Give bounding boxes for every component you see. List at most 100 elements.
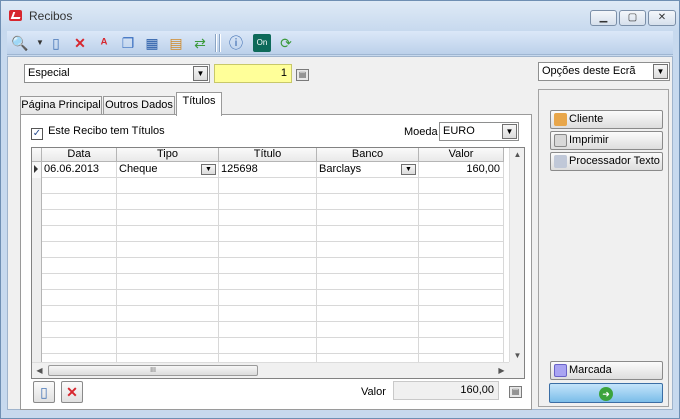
chevron-down-icon[interactable]: ▼: [653, 64, 668, 79]
close-button[interactable]: ✕: [648, 10, 676, 26]
users-icon: [554, 113, 567, 126]
right-pane: Opções deste Ecrã ▼ Cliente Imprimir Pro…: [536, 57, 673, 409]
table-row[interactable]: [32, 194, 504, 210]
cliente-button[interactable]: Cliente: [550, 110, 663, 129]
table-row[interactable]: [32, 322, 504, 338]
table-row[interactable]: [32, 274, 504, 290]
printer-icon: [554, 134, 567, 147]
recibos-window: Recibos ▁ ▢ ✕ 🔍 ▼ ▯ ✕ ᴬ ❐ ▦ ▤ ⇄ ⓘ On ⟳ E…: [0, 0, 680, 419]
tab-titulos[interactable]: Títulos: [176, 92, 222, 116]
print-icon[interactable]: ▤: [167, 34, 185, 52]
chevron-down-icon[interactable]: ▼: [401, 164, 416, 175]
grid-body: 06.06.2013 Cheque ▼ 125698 Barclays ▼ 16…: [32, 162, 504, 370]
cell-tipo-value: Cheque: [119, 163, 158, 175]
column-header-tipo[interactable]: Tipo: [117, 148, 219, 162]
options-select[interactable]: Opções deste Ecrã ▼: [538, 62, 670, 81]
chevron-down-icon[interactable]: ▼: [193, 66, 208, 81]
titulos-checkbox-row[interactable]: ✓ Este Recibo tem Títulos: [31, 124, 165, 140]
titulos-panel: ✓ Este Recibo tem Títulos Moeda EURO ▼ D…: [20, 114, 532, 410]
options-select-value: Opções deste Ecrã: [542, 65, 636, 77]
row-indicator: [32, 162, 42, 178]
column-header-valor[interactable]: Valor: [419, 148, 504, 162]
sync-icon[interactable]: ⟳: [277, 34, 295, 52]
horizontal-scrollbar[interactable]: ◀ III ▶: [32, 362, 509, 378]
confirm-arrow-icon: ➜: [599, 387, 613, 401]
lookup-icon[interactable]: ▤: [296, 69, 309, 81]
cell-banco[interactable]: Barclays ▼: [317, 162, 419, 178]
marcada-button-label: Marcada: [569, 364, 612, 376]
column-header-banco[interactable]: Banco: [317, 148, 419, 162]
moeda-select-value: EURO: [443, 125, 475, 137]
delete-row-button[interactable]: ✕: [61, 381, 83, 403]
processador-texto-button-label: Processador Texto: [569, 155, 660, 167]
table-row[interactable]: [32, 258, 504, 274]
app-icon: [9, 10, 22, 21]
scroll-up-icon[interactable]: ▲: [510, 150, 524, 159]
column-header-titulo[interactable]: Título: [219, 148, 317, 162]
table-row[interactable]: [32, 242, 504, 258]
column-header-data[interactable]: Data: [42, 148, 117, 162]
cell-titulo[interactable]: 125698: [219, 162, 317, 178]
main-content: Especial ▼ 1 ▤ Página Principal Outros D…: [7, 56, 673, 410]
text-icon[interactable]: ᴬ: [95, 34, 113, 52]
titulos-grid: Data Tipo Título Banco Valor 06.06.2013 …: [31, 147, 525, 379]
new-doc-icon[interactable]: ▯: [47, 34, 65, 52]
minimize-button[interactable]: ▁: [590, 10, 617, 26]
toolbar-separator: [215, 34, 217, 52]
cell-tipo[interactable]: Cheque ▼: [117, 162, 219, 178]
scroll-down-icon[interactable]: ▼: [510, 351, 524, 360]
pen-icon: [554, 155, 567, 168]
confirm-button[interactable]: ➜: [549, 383, 663, 403]
table-row[interactable]: 06.06.2013 Cheque ▼ 125698 Barclays ▼ 16…: [32, 162, 504, 178]
refresh-icon[interactable]: ⇄: [191, 34, 209, 52]
delete-icon[interactable]: ✕: [71, 34, 89, 52]
moeda-select[interactable]: EURO ▼: [439, 122, 519, 141]
left-pane: Especial ▼ 1 ▤ Página Principal Outros D…: [16, 57, 536, 410]
table-row[interactable]: [32, 306, 504, 322]
scroll-left-icon[interactable]: ◀: [32, 366, 47, 375]
tab-pagina-principal[interactable]: Página Principal: [20, 96, 102, 115]
type-select-value: Especial: [28, 67, 70, 79]
vertical-scrollbar[interactable]: ▲ ▼: [509, 148, 524, 362]
add-row-button[interactable]: ▯: [33, 381, 55, 403]
toggle-icon[interactable]: On: [253, 34, 271, 52]
titulos-checkbox-label: Este Recibo tem Títulos: [48, 125, 165, 137]
copy-icon[interactable]: ❐: [119, 34, 137, 52]
help-icon[interactable]: ⓘ: [227, 34, 245, 52]
table-row[interactable]: [32, 178, 504, 194]
imprimir-button-label: Imprimir: [569, 134, 609, 146]
table-row[interactable]: [32, 210, 504, 226]
toolbar: 🔍 ▼ ▯ ✕ ᴬ ❐ ▦ ▤ ⇄ ⓘ On ⟳: [7, 31, 673, 55]
grid-icon[interactable]: ▦: [143, 34, 161, 52]
receipt-number-field[interactable]: 1: [214, 64, 292, 83]
valor-label: Valor: [361, 386, 386, 398]
processador-texto-button[interactable]: Processador Texto: [550, 152, 663, 171]
chevron-down-icon[interactable]: ▼: [502, 124, 517, 139]
titulos-checkbox[interactable]: ✓: [31, 128, 43, 140]
type-select[interactable]: Especial ▼: [24, 64, 210, 83]
cell-banco-value: Barclays: [319, 163, 362, 175]
calculator-icon[interactable]: ▤: [509, 386, 522, 398]
marker-icon: [554, 364, 567, 377]
title-bar[interactable]: Recibos ▁ ▢ ✕: [1, 1, 679, 29]
table-row[interactable]: [32, 226, 504, 242]
toolbar-separator: [219, 34, 221, 52]
valor-total-field: 160,00: [393, 381, 499, 400]
tab-outros-dados[interactable]: Outros Dados: [103, 96, 175, 115]
row-indicator-header: [32, 148, 42, 162]
scroll-corner: [509, 362, 524, 378]
marcada-button[interactable]: Marcada: [550, 361, 663, 380]
maximize-button[interactable]: ▢: [619, 10, 646, 26]
table-row[interactable]: [32, 290, 504, 306]
cell-valor[interactable]: 160,00: [419, 162, 504, 178]
cliente-button-label: Cliente: [569, 113, 604, 125]
scroll-right-icon[interactable]: ▶: [494, 366, 509, 375]
cell-data[interactable]: 06.06.2013: [42, 162, 117, 178]
horizontal-scroll-thumb[interactable]: III: [48, 365, 258, 376]
grid-header: Data Tipo Título Banco Valor: [32, 148, 504, 162]
chevron-down-icon[interactable]: ▼: [201, 164, 216, 175]
magnifier-icon[interactable]: 🔍: [11, 34, 29, 52]
imprimir-button[interactable]: Imprimir: [550, 131, 663, 150]
table-row[interactable]: [32, 338, 504, 354]
options-panel: Cliente Imprimir Processador Texto Marca…: [538, 89, 669, 407]
